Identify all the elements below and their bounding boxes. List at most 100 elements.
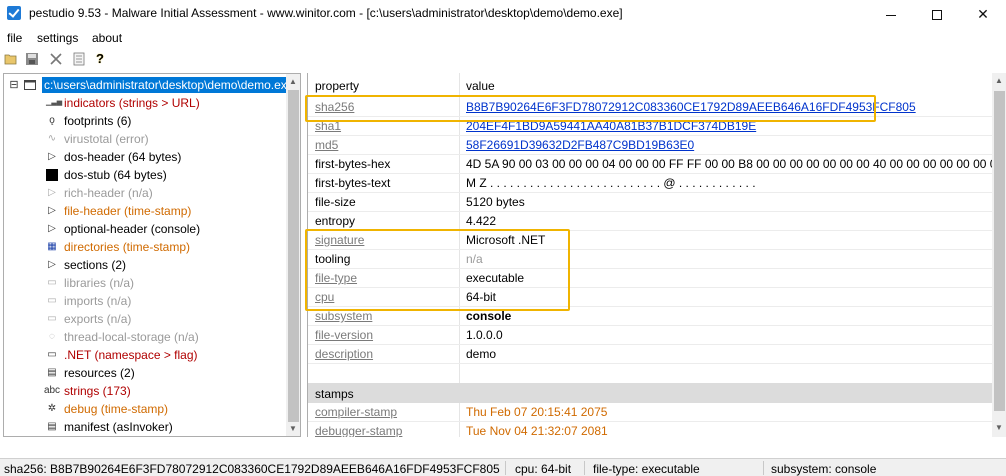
property-name: file-size: [315, 195, 356, 209]
list-icon[interactable]: [72, 52, 86, 66]
tls-icon: ◌: [49, 331, 55, 342]
property-scroll-thumb[interactable]: [994, 91, 1005, 411]
tree-item[interactable]: ▷ dos-header (64 bytes): [4, 148, 286, 166]
tree-item-label: dos-header (64 bytes): [64, 150, 182, 164]
tree-item-label: footprints (6): [64, 114, 132, 128]
property-name: first-bytes-hex: [315, 157, 391, 171]
tree-item[interactable]: ✲ debug (time-stamp): [4, 400, 286, 418]
property-row[interactable]: description demo: [308, 345, 992, 364]
property-row[interactable]: md5 58F26691D39632D2FB487C9BD19B63E0: [308, 136, 992, 155]
header-value[interactable]: value: [466, 79, 495, 93]
tree-item-label: optional-header (console): [64, 222, 201, 236]
tree-item[interactable]: ▬ dos-stub (64 bytes): [4, 166, 286, 184]
collapse-icon[interactable]: ⊟: [8, 79, 20, 91]
property-name[interactable]: md5: [315, 138, 338, 152]
property-value: console: [466, 309, 512, 323]
status-separator: [584, 461, 585, 475]
stamps-label: stamps: [315, 387, 354, 401]
property-name[interactable]: description: [315, 347, 373, 361]
tree-item-label: thread-local-storage (n/a): [64, 330, 199, 344]
open-folder-icon[interactable]: [4, 52, 18, 66]
tree-item-label: virustotal (error): [64, 132, 149, 146]
scroll-down-icon[interactable]: ▼: [995, 423, 1003, 432]
tree-item-label: dos-stub (64 bytes): [64, 168, 167, 182]
property-name: entropy: [315, 214, 356, 228]
tree-root-label: c:\users\administrator\desktop\demo\demo…: [42, 77, 296, 93]
menu-file[interactable]: file: [7, 31, 22, 45]
stamp-value: Tue Nov 04 21:32:07 2081: [466, 424, 608, 437]
tree-root[interactable]: ⊟ c:\users\administrator\desktop\demo\de…: [4, 76, 296, 94]
tree-item[interactable]: ▦ directories (time-stamp): [4, 238, 286, 256]
scroll-up-icon[interactable]: ▲: [995, 76, 1003, 85]
tree-item[interactable]: ∿ virustotal (error): [4, 130, 286, 148]
tree-item[interactable]: ǫ footprints (6): [4, 112, 286, 130]
tree-item[interactable]: ▤ manifest (asInvoker): [4, 418, 286, 436]
pestudio-window: pestudio 9.53 - Malware Initial Assessme…: [0, 0, 1006, 476]
tree-scrollbar[interactable]: ▲ ▼: [286, 74, 300, 436]
bar-chart-icon: ▁▃▅: [46, 99, 63, 106]
property-name: first-bytes-text: [315, 176, 391, 190]
stamp-row[interactable]: debugger-stamp Tue Nov 04 21:32:07 2081: [308, 422, 992, 437]
stamp-name[interactable]: compiler-stamp: [315, 405, 397, 419]
strings-icon: abc: [43, 385, 61, 396]
maximize-button[interactable]: [914, 0, 960, 28]
tree-item-label: imports (n/a): [64, 294, 132, 308]
tree-item[interactable]: ▭ .NET (namespace > flag): [4, 346, 286, 364]
property-name[interactable]: subsystem: [315, 309, 372, 323]
menu-about[interactable]: about: [92, 31, 122, 45]
tree-item[interactable]: ▤ resources (2): [4, 364, 286, 382]
status-separator: [763, 461, 764, 475]
tree-item-label: indicators (strings > URL): [64, 96, 200, 110]
tree-item[interactable]: ▭ exports (n/a): [4, 310, 286, 328]
scroll-down-icon[interactable]: ▼: [289, 424, 297, 433]
stamp-name[interactable]: debugger-stamp: [315, 424, 402, 437]
arrow-right-icon: ▷: [48, 223, 56, 234]
property-row[interactable]: first-bytes-text M Z . . . . . . . . . . …: [308, 174, 992, 193]
footprint-icon: ǫ: [49, 115, 55, 126]
menu-settings[interactable]: settings: [37, 31, 78, 45]
arrow-right-icon: ▷: [48, 259, 56, 270]
tree-item[interactable]: ▭ libraries (n/a): [4, 274, 286, 292]
property-value: 4.422: [466, 214, 497, 228]
status-sha256: sha256: B8B7B90264E6F3FD78072912C083360C…: [4, 462, 500, 476]
tree-item-label: sections (2): [64, 258, 127, 272]
property-row[interactable]: file-version 1.0.0.0: [308, 326, 992, 345]
property-row[interactable]: first-bytes-hex 4D 5A 90 00 03 00 00 00 0…: [308, 155, 1006, 174]
title-bar: pestudio 9.53 - Malware Initial Assessme…: [0, 0, 1006, 28]
table-header: property value: [308, 76, 992, 96]
tree-item[interactable]: ◌ thread-local-storage (n/a): [4, 328, 286, 346]
menu-bar: file settings about: [0, 30, 1006, 48]
status-file-type: file-type: executable: [593, 462, 700, 476]
tree-item[interactable]: ▁▃▅ indicators (strings > URL): [4, 94, 286, 112]
property-value: demo: [466, 347, 497, 361]
stamp-row[interactable]: compiler-stamp Thu Feb 07 20:15:41 2075: [308, 403, 992, 422]
close-button[interactable]: ✕: [960, 0, 1006, 28]
property-name[interactable]: file-version: [315, 328, 373, 342]
status-cpu: cpu: 64-bit: [515, 462, 572, 476]
property-value[interactable]: 58F26691D39632D2FB487C9BD19B63E0: [466, 138, 694, 152]
minimize-button[interactable]: [868, 0, 914, 28]
tree-item[interactable]: abc strings (173): [4, 382, 286, 400]
console-icon: ▬: [46, 169, 58, 181]
property-scrollbar[interactable]: ▲ ▼: [992, 73, 1006, 437]
tree-item[interactable]: ▷ optional-header (console): [4, 220, 286, 238]
directories-icon: ▦: [47, 241, 57, 252]
tree-item-label: exports (n/a): [64, 312, 132, 326]
help-icon[interactable]: ?: [96, 52, 110, 66]
save-icon[interactable]: [25, 52, 39, 66]
virustotal-icon: ∿: [47, 133, 57, 144]
tree-item[interactable]: ▷ rich-header (n/a): [4, 184, 286, 202]
close-x-icon[interactable]: [49, 52, 63, 66]
resources-icon: ▤: [47, 367, 57, 378]
property-row[interactable]: file-size 5120 bytes: [308, 193, 992, 212]
tree-item-label: .NET (namespace > flag): [64, 348, 198, 362]
tree-item[interactable]: ▷ file-header (time-stamp): [4, 202, 286, 220]
tree-scroll-thumb[interactable]: [288, 90, 299, 422]
tree-item[interactable]: ▭ imports (n/a): [4, 292, 286, 310]
scroll-up-icon[interactable]: ▲: [289, 77, 297, 86]
manifest-icon: ▤: [47, 421, 57, 432]
status-subsystem: subsystem: console: [771, 462, 877, 476]
tree-item-label: rich-header (n/a): [64, 186, 153, 200]
tree-item[interactable]: ▷ sections (2): [4, 256, 286, 274]
header-property[interactable]: property: [315, 79, 359, 93]
